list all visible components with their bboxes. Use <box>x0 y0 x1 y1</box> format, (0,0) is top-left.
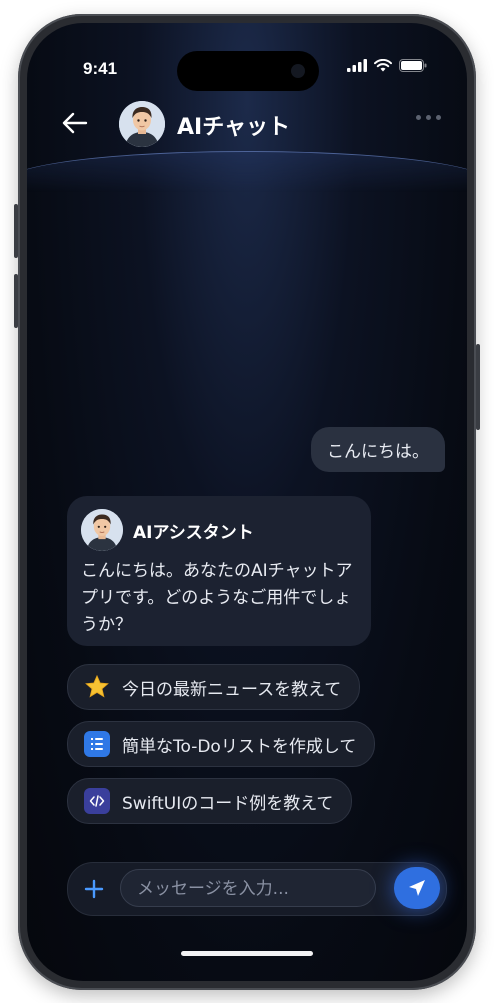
message-input[interactable]: メッセージを入力... <box>120 869 376 907</box>
more-dot-icon <box>426 115 431 120</box>
message-composer: メッセージを入力... <box>67 862 447 916</box>
phone-frame: 9:41 AIチャット こんにちは。 AIアシスタント こんにちは。あなたのAI… <box>14 14 480 990</box>
star-icon <box>84 674 110 700</box>
suggestion-chip-news[interactable]: 今日の最新ニュースを教えて <box>67 664 361 710</box>
avatar-icon <box>81 509 123 551</box>
avatar[interactable] <box>119 101 165 147</box>
suggestion-label: SwiftUIのコード例を教えて <box>122 793 334 814</box>
back-arrow-icon <box>62 112 88 134</box>
battery-icon <box>399 59 427 72</box>
side-button-left-2 <box>14 274 18 328</box>
ai-message-text: こんにちは。あなたのAIチャットアプリです。どのようなご用件でしょうか？ <box>81 561 353 635</box>
plus-icon <box>84 879 104 899</box>
suggestion-label: 簡単なTo-Doリストを作成して <box>122 736 357 757</box>
list-icon <box>84 731 110 757</box>
user-message-bubble: こんにちは。 <box>311 427 445 472</box>
side-button-right <box>476 344 480 430</box>
dynamic-island <box>177 51 319 91</box>
suggestion-chip-todo[interactable]: 簡単なTo-Doリストを作成して <box>67 721 376 767</box>
avatar-icon <box>119 101 165 147</box>
ai-avatar <box>81 509 123 551</box>
status-time: 9:41 <box>83 59 118 78</box>
screen: 9:41 AIチャット こんにちは。 AIアシスタント こんにちは。あなたのAI… <box>27 23 467 981</box>
status-icons <box>347 59 427 72</box>
wifi-icon <box>374 59 392 72</box>
more-dot-icon <box>436 115 441 120</box>
ai-sender-name: AIアシスタント <box>133 522 254 543</box>
ai-message-bubble: AIアシスタント こんにちは。あなたのAIチャットアプリです。どのようなご用件で… <box>67 496 371 646</box>
side-button-left-1 <box>14 204 18 258</box>
chat-header: AIチャット <box>27 101 467 173</box>
more-dot-icon <box>416 115 421 120</box>
suggestion-chips: 今日の最新ニュースを教えて 簡単なTo-Doリストを作成して SwiftUIのコ… <box>67 664 376 824</box>
send-icon <box>409 880 425 896</box>
suggestion-label: 今日の最新ニュースを教えて <box>122 679 342 700</box>
more-options-button[interactable] <box>416 115 441 120</box>
chat-title: AIチャット <box>177 115 290 140</box>
attach-button[interactable] <box>78 873 110 905</box>
home-indicator <box>181 951 313 956</box>
signal-icon <box>347 59 367 72</box>
back-button[interactable] <box>55 103 95 143</box>
suggestion-chip-swiftui[interactable]: SwiftUIのコード例を教えて <box>67 778 353 824</box>
send-button[interactable] <box>394 867 440 909</box>
code-icon <box>84 788 110 814</box>
ai-message-header: AIアシスタント <box>81 508 357 552</box>
